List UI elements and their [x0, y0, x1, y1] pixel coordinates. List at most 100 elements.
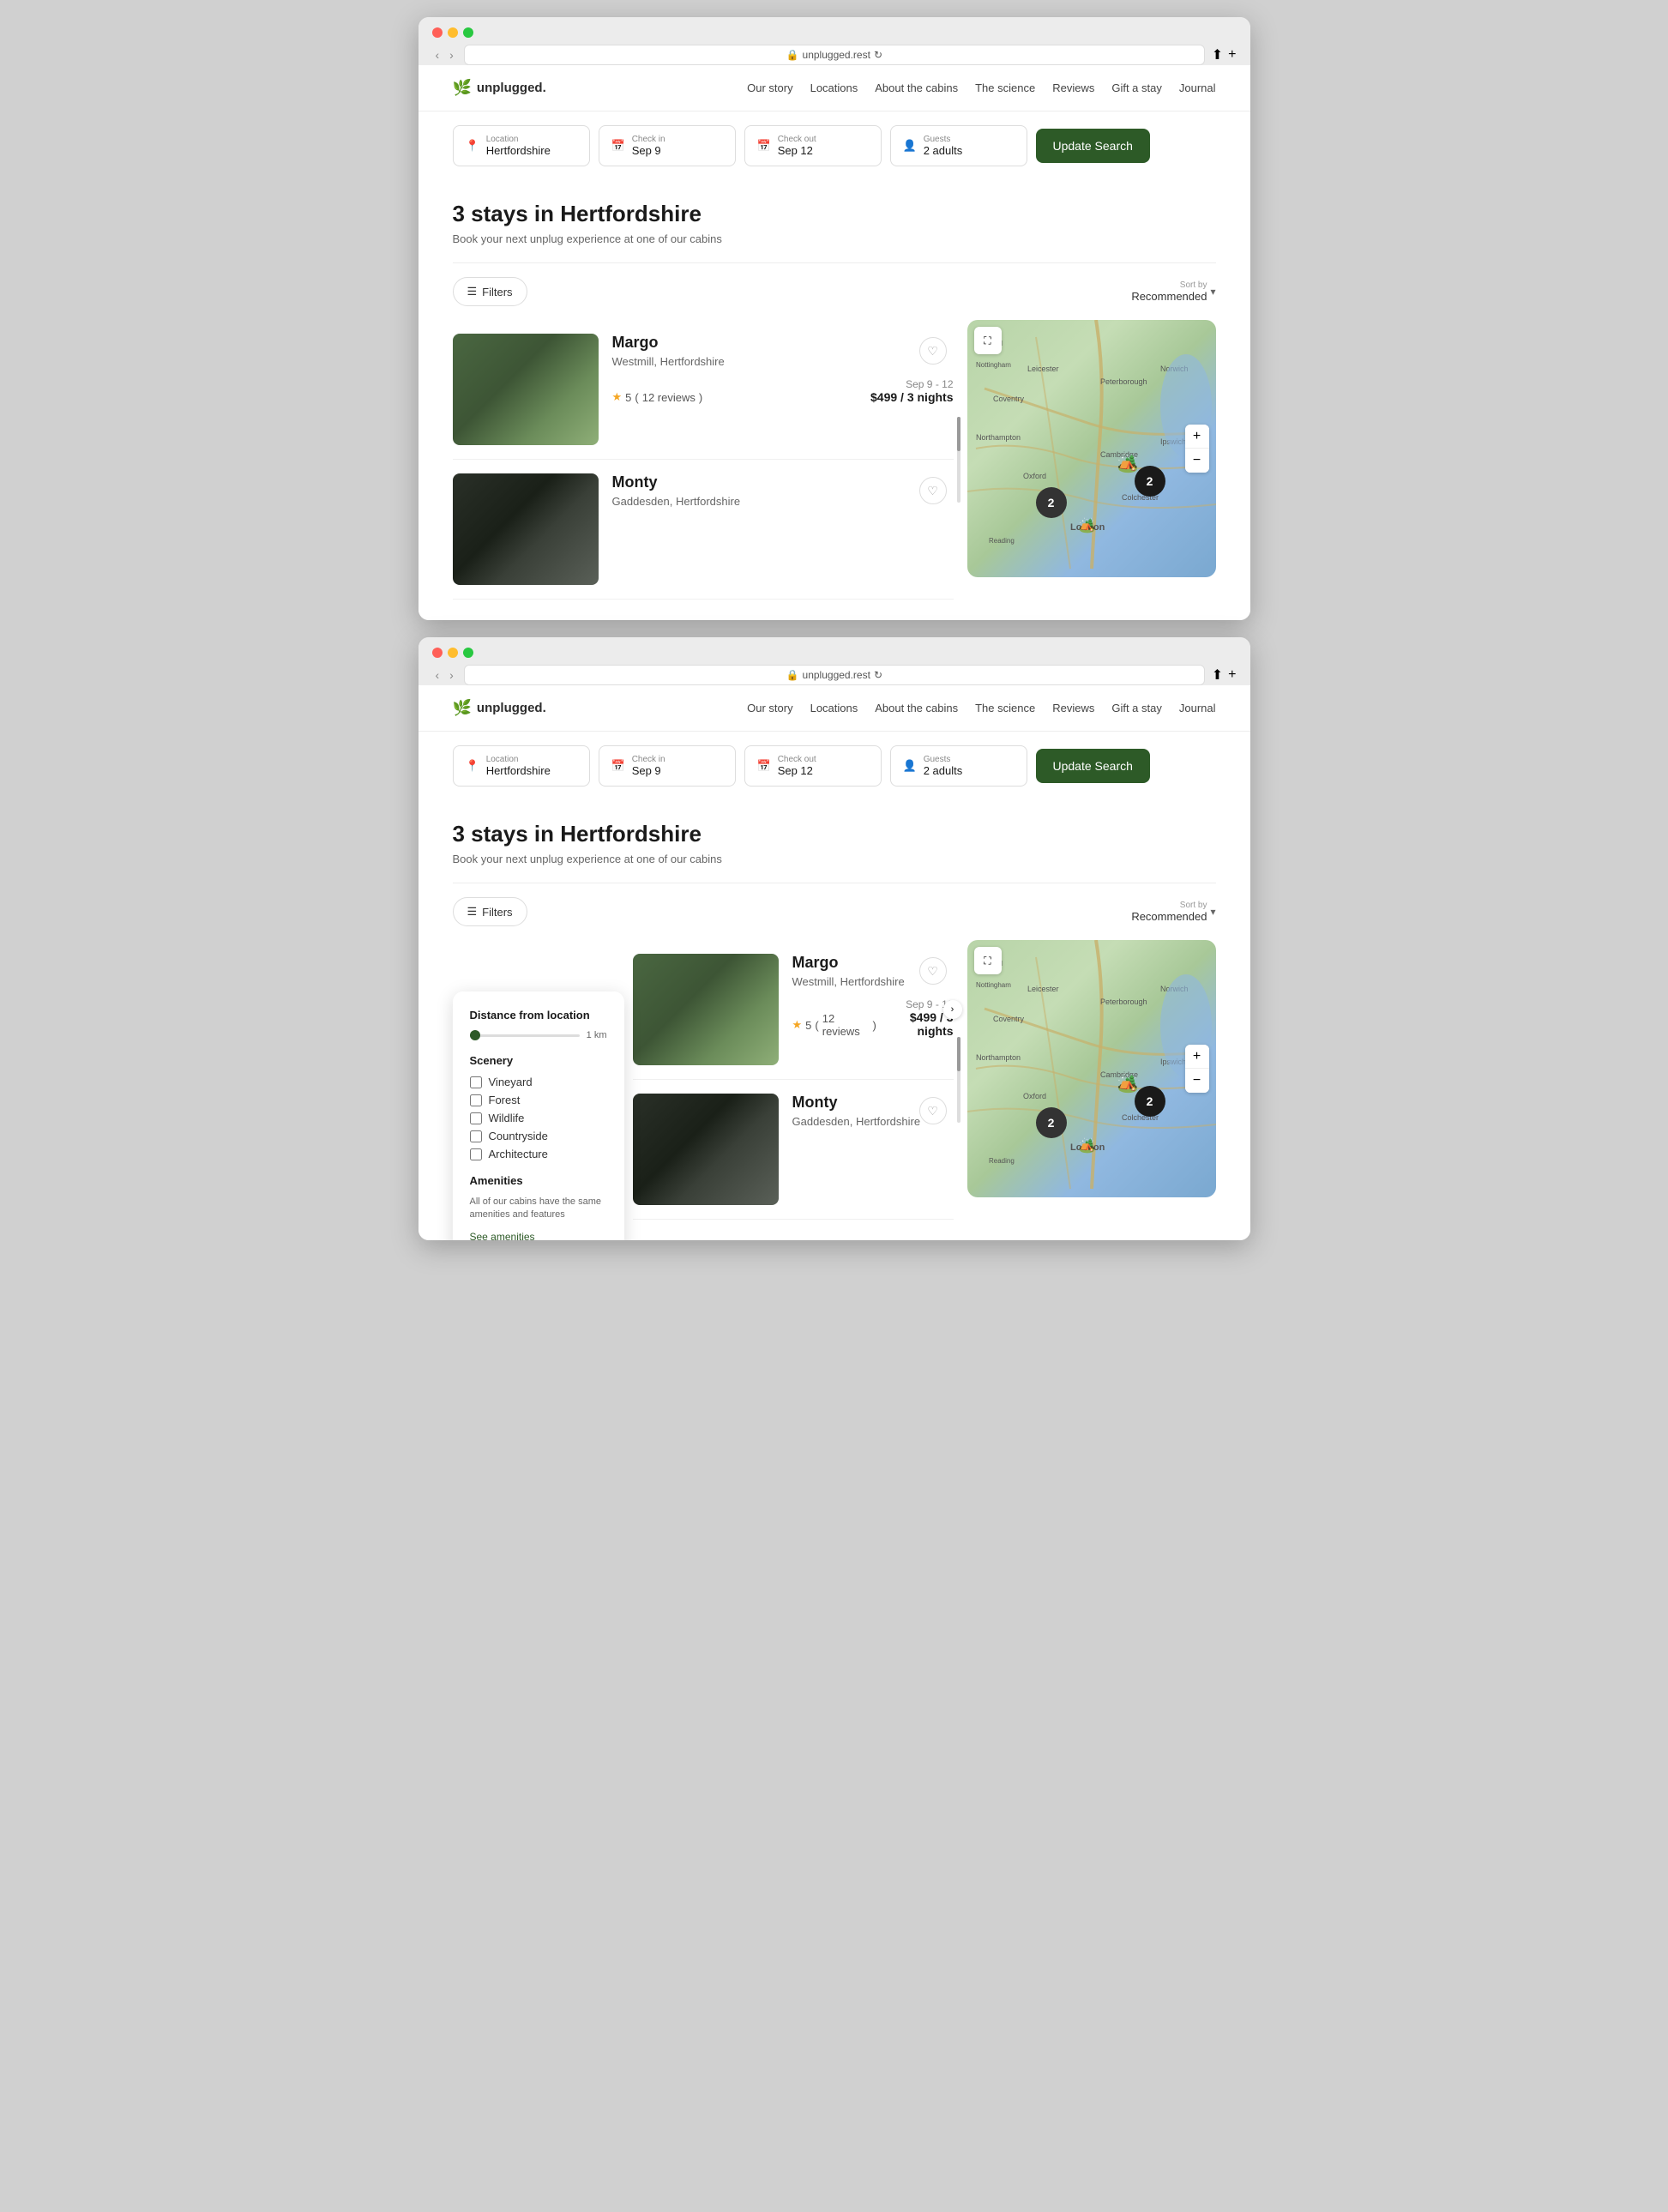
map-cluster-4[interactable]: 2: [1036, 1107, 1067, 1138]
maximize-dot[interactable]: [463, 27, 473, 38]
nav-journal[interactable]: Journal: [1179, 81, 1216, 94]
checkin-field[interactable]: 📅 Check in Sep 9: [599, 125, 736, 166]
star-icon-2: ★: [792, 1018, 803, 1032]
browser-chrome-2: ‹ › 🔒 unplugged.rest ↻ ⬆ +: [419, 637, 1250, 685]
map-zoom-in-button-1[interactable]: +: [1185, 425, 1209, 449]
listing-card-monty-2[interactable]: Monty Gaddesden, Hertfordshire ♡: [633, 1080, 954, 1220]
checkin-content-2: Check in Sep 9: [632, 755, 665, 777]
checkbox-countryside-label: Countryside: [489, 1130, 548, 1142]
new-tab-icon[interactable]: +: [1228, 47, 1236, 63]
nav-our-story[interactable]: Our story: [747, 81, 792, 94]
checkbox-vineyard-input[interactable]: [470, 1076, 482, 1088]
browser-window-2: ‹ › 🔒 unplugged.rest ↻ ⬆ + 🌿 unplugged. …: [419, 637, 1250, 1240]
nav-locations[interactable]: Locations: [810, 81, 858, 94]
map-placeholder-2[interactable]: Coventry Northampton Leicester Peterboro…: [967, 940, 1216, 1197]
map-cluster-1[interactable]: 2: [1135, 466, 1165, 497]
favorite-button-margo-1[interactable]: ♡: [919, 337, 947, 365]
guests-field-2[interactable]: 👤 Guests 2 adults: [890, 745, 1027, 787]
nav-journal-2[interactable]: Journal: [1179, 702, 1216, 714]
sort-dropdown-1[interactable]: Sort by Recommended ▾: [1131, 280, 1215, 303]
listing-meta-margo-2: ★ 5 (12 reviews) Sep 9 - 12 $499 / 3 nig…: [792, 998, 954, 1038]
listing-price-margo-2: $499 / 3 nights: [876, 1010, 954, 1038]
nav-reviews-2[interactable]: Reviews: [1052, 702, 1094, 714]
checkbox-countryside-input[interactable]: [470, 1130, 482, 1142]
map-placeholder-1[interactable]: Coventry Northampton Leicester Peterboro…: [967, 320, 1216, 577]
map-expand-button-1[interactable]: ⛶: [974, 327, 1002, 354]
new-tab-icon-2[interactable]: +: [1228, 667, 1236, 683]
logo[interactable]: 🌿 unplugged.: [453, 79, 546, 97]
filters-button-1[interactable]: ☰ Filters: [453, 277, 527, 306]
checkbox-vineyard[interactable]: Vineyard: [470, 1076, 607, 1088]
minimize-dot-2[interactable]: [448, 648, 458, 658]
scroll-indicator-1[interactable]: [957, 417, 960, 503]
map-expand-button-2[interactable]: ⛶: [974, 947, 1002, 974]
main-content-1: 3 stays in Hertfordshire Book your next …: [419, 180, 1250, 620]
checkbox-forest[interactable]: Forest: [470, 1094, 607, 1106]
distance-section: Distance from location 1 km: [470, 1009, 607, 1040]
checkout-field[interactable]: 📅 Check out Sep 12: [744, 125, 882, 166]
checkbox-forest-input[interactable]: [470, 1094, 482, 1106]
listing-card-margo-2[interactable]: › Margo Westmill, Hertfordshire ★ 5 (12 …: [633, 940, 954, 1080]
scroll-indicator-2[interactable]: [957, 1037, 960, 1123]
close-dot[interactable]: [432, 27, 443, 38]
checkbox-countryside[interactable]: Countryside: [470, 1130, 607, 1142]
forward-button[interactable]: ›: [446, 46, 457, 63]
favorite-button-monty-1[interactable]: ♡: [919, 477, 947, 504]
location-field[interactable]: 📍 Location Hertfordshire: [453, 125, 590, 166]
see-amenities-button[interactable]: See amenities: [470, 1231, 535, 1240]
map-zoom-out-button-2[interactable]: −: [1185, 1069, 1209, 1093]
guests-icon: 👤: [903, 139, 917, 153]
checkin-field-2[interactable]: 📅 Check in Sep 9: [599, 745, 736, 787]
amenities-section: Amenities All of our cabins have the sam…: [470, 1174, 607, 1240]
sort-dropdown-2[interactable]: Sort by Recommended ▾: [1131, 901, 1215, 923]
guests-field[interactable]: 👤 Guests 2 adults: [890, 125, 1027, 166]
nav-about-cabins-2[interactable]: About the cabins: [875, 702, 958, 714]
address-bar-2[interactable]: 🔒 unplugged.rest ↻: [464, 665, 1205, 685]
nav-gift-stay[interactable]: Gift a stay: [1111, 81, 1162, 94]
listing-card-monty-1[interactable]: Monty Gaddesden, Hertfordshire ♡: [453, 460, 954, 600]
location-field-2[interactable]: 📍 Location Hertfordshire: [453, 745, 590, 787]
reviews-count-2: 12 reviews: [822, 1012, 870, 1038]
checkbox-architecture[interactable]: Architecture: [470, 1148, 607, 1160]
checkbox-wildlife[interactable]: Wildlife: [470, 1112, 607, 1124]
logo-2[interactable]: 🌿 unplugged.: [453, 699, 546, 717]
back-button-2[interactable]: ‹: [432, 666, 443, 684]
nav-the-science-2[interactable]: The science: [975, 702, 1035, 714]
map-cluster-3[interactable]: 2: [1135, 1086, 1165, 1117]
checkout-field-2[interactable]: 📅 Check out Sep 12: [744, 745, 882, 787]
listing-card-margo-1[interactable]: Margo Westmill, Hertfordshire ★ 5 (12 re…: [453, 320, 954, 460]
filters-button-2[interactable]: ☰ Filters: [453, 897, 527, 926]
share-icon-2[interactable]: ⬆: [1212, 666, 1223, 684]
nav-reviews[interactable]: Reviews: [1052, 81, 1094, 94]
listings-col-1: Margo Westmill, Hertfordshire ★ 5 (12 re…: [453, 320, 954, 600]
slider-track[interactable]: [470, 1034, 580, 1037]
nav-locations-2[interactable]: Locations: [810, 702, 858, 714]
map-zoom-out-button-1[interactable]: −: [1185, 449, 1209, 473]
close-dot-2[interactable]: [432, 648, 443, 658]
share-icon[interactable]: ⬆: [1212, 46, 1223, 63]
checkin-value: Sep 9: [632, 144, 665, 157]
nav-gift-stay-2[interactable]: Gift a stay: [1111, 702, 1162, 714]
favorite-button-monty-2[interactable]: ♡: [919, 1097, 947, 1124]
minimize-dot[interactable]: [448, 27, 458, 38]
nav-the-science[interactable]: The science: [975, 81, 1035, 94]
filters-icon: ☰: [467, 285, 478, 298]
map-cluster-2[interactable]: 2: [1036, 487, 1067, 518]
svg-text:Nottingham: Nottingham: [976, 981, 1011, 989]
update-search-button-1[interactable]: Update Search: [1036, 129, 1150, 163]
slider-thumb[interactable]: [470, 1030, 480, 1040]
update-search-button-2[interactable]: Update Search: [1036, 749, 1150, 783]
favorite-button-margo-2[interactable]: ♡: [919, 957, 947, 985]
map-zoom-in-button-2[interactable]: +: [1185, 1045, 1209, 1069]
checkbox-architecture-input[interactable]: [470, 1148, 482, 1160]
address-bar-1[interactable]: 🔒 unplugged.rest ↻: [464, 45, 1205, 65]
checkbox-wildlife-input[interactable]: [470, 1112, 482, 1124]
forward-button-2[interactable]: ›: [446, 666, 457, 684]
nav-about-cabins[interactable]: About the cabins: [875, 81, 958, 94]
logo-icon-2: 🌿: [453, 699, 472, 717]
filters-sort-row-1: ☰ Filters Sort by Recommended ▾: [453, 277, 1216, 306]
guests-content-2: Guests 2 adults: [924, 755, 963, 777]
nav-our-story-2[interactable]: Our story: [747, 702, 792, 714]
maximize-dot-2[interactable]: [463, 648, 473, 658]
back-button[interactable]: ‹: [432, 46, 443, 63]
